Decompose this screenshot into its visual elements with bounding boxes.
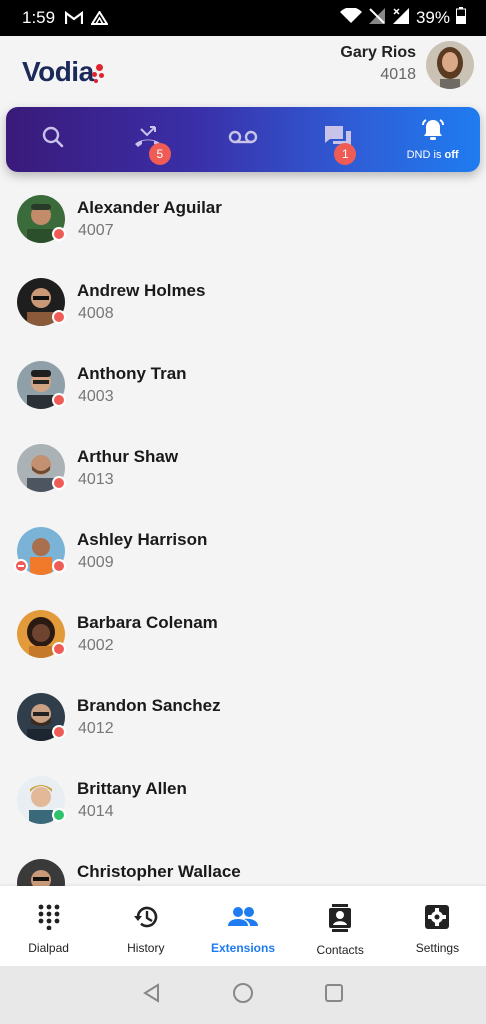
extension-name: Anthony Tran [77,364,187,383]
extension-number: 4013 [78,471,114,488]
list-item[interactable]: Andrew Holmes 4008 [0,275,486,357]
extension-number: 4003 [78,388,114,405]
home-icon[interactable] [232,982,254,1009]
list-item[interactable]: Ashley Harrison 4009 [0,524,486,606]
nav-settings[interactable]: Settings [389,886,486,966]
dnd-status-text: DND is off [406,149,459,161]
current-user-avatar[interactable] [426,41,474,89]
list-item[interactable]: Christopher Wallace 4015 [0,856,486,886]
status-indicator [52,393,66,407]
contacts-icon [328,904,352,937]
extension-number: 4008 [78,305,114,322]
nav-label: Extensions [210,941,276,955]
no-signal-icon [368,7,386,29]
search-icon [42,126,64,153]
status-indicator [52,642,66,656]
dnd-toggle[interactable]: DND is off [385,107,480,172]
dnd-indicator [14,559,28,573]
nav-contacts[interactable]: Contacts [292,886,389,966]
list-item[interactable]: Anthony Tran 4003 [0,358,486,440]
nav-extensions[interactable]: Extensions [194,886,291,966]
messages-badge: 1 [334,143,357,165]
status-indicator [52,310,66,324]
voicemail-button[interactable] [196,107,291,172]
nav-label: History [127,941,165,955]
history-icon [133,904,159,935]
gmail-icon [65,11,84,25]
avatar [17,859,65,886]
extension-number: 4007 [78,222,114,239]
logo-text: Vodia [22,56,94,87]
extension-name: Barbara Colenam [77,613,218,632]
status-bar: 1:59 39% [0,0,486,36]
current-user-ext: 4018 [380,66,416,83]
status-indicator [52,476,66,490]
messages-button[interactable]: 1 [290,107,385,172]
extension-list: Alexander Aguilar 4007 Andrew Holmes 400… [0,172,486,886]
nav-dialpad[interactable]: Dialpad [0,886,97,966]
extension-name: Christopher Wallace [77,862,241,881]
search-button[interactable] [6,107,101,172]
action-toolbar: 5 1 DND is off [6,107,480,172]
missed-calls-button[interactable]: 5 [101,107,196,172]
extension-number: 4002 [78,637,114,654]
nav-history[interactable]: History [97,886,194,966]
nav-label: Contacts [316,943,364,957]
vodia-logo: Vodia [22,56,106,88]
current-user-name: Gary Rios [340,44,416,61]
current-user[interactable]: Gary Rios 4018 [340,44,416,84]
extension-name: Brittany Allen [77,779,187,798]
dialpad-icon [38,904,60,935]
recents-icon[interactable] [324,983,344,1008]
bell-icon [420,118,446,147]
status-indicator [52,227,66,241]
signal-icon [392,7,410,29]
bottom-navigation: Dialpad History Extensions Contacts Sett… [0,886,486,966]
list-item[interactable]: Brandon Sanchez 4012 [0,690,486,772]
extension-number: 4009 [78,554,114,571]
list-item[interactable]: Brittany Allen 4014 [0,773,486,855]
back-icon[interactable] [142,982,162,1008]
nav-label: Dialpad [28,941,69,955]
status-indicator [52,559,66,573]
drive-icon [91,10,109,26]
status-indicator [52,808,66,822]
app-header: Vodia Gary Rios 4018 [0,36,486,106]
extension-name: Brandon Sanchez [77,696,221,715]
battery-icon [456,7,466,29]
nav-label: Settings [415,941,460,955]
wifi-icon [339,6,362,29]
list-item[interactable]: Arthur Shaw 4013 [0,441,486,523]
extension-name: Ashley Harrison [77,530,208,549]
voicemail-icon [228,130,258,149]
extension-number: 4012 [78,720,114,737]
list-item[interactable]: Alexander Aguilar 4007 [0,192,486,274]
extension-number: 4014 [78,803,114,820]
status-indicator [52,725,66,739]
settings-icon [424,904,450,935]
extension-name: Arthur Shaw [77,447,179,466]
extension-name: Andrew Holmes [77,281,206,300]
missed-calls-badge: 5 [148,143,171,165]
list-item[interactable]: Barbara Colenam 4002 [0,607,486,689]
battery-text: 39% [415,8,450,27]
system-navigation [0,966,486,1024]
status-time: 1:59 [22,8,56,27]
logo-dots [91,62,106,88]
extension-name: Alexander Aguilar [77,198,222,217]
extensions-icon [228,904,258,935]
